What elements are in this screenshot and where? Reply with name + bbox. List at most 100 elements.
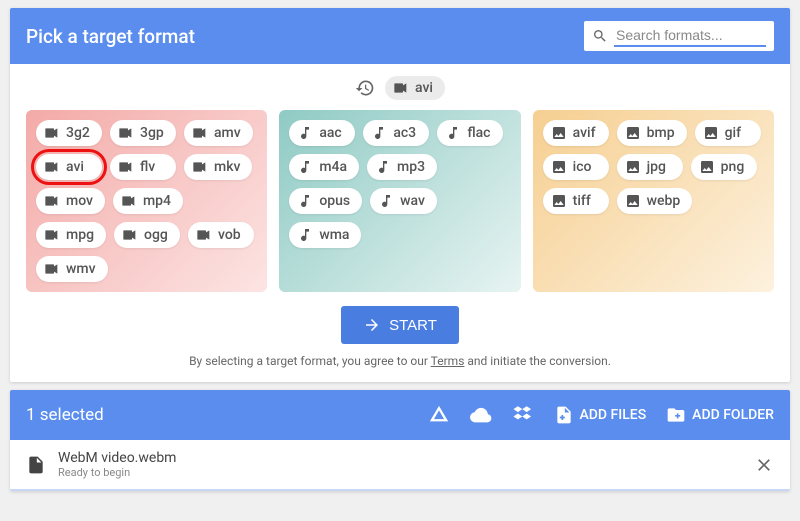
page-title: Pick a target format	[26, 25, 195, 48]
format-chip-label: m4a	[319, 159, 347, 175]
format-chip-m4a[interactable]: m4a	[289, 154, 359, 180]
format-chip-label: 3gp	[140, 125, 164, 141]
dropbox-icon[interactable]	[512, 404, 534, 426]
format-chip-label: wav	[400, 193, 425, 209]
format-chip-label: ogg	[144, 227, 168, 243]
format-chip-webp[interactable]: webp	[617, 188, 693, 214]
recent-row: avi	[26, 76, 774, 100]
format-chip-ogg[interactable]: ogg	[114, 222, 180, 248]
video-icon	[44, 125, 60, 141]
disclaimer-post: and initiate the conversion.	[464, 354, 611, 368]
format-chip-label: flv	[140, 159, 155, 175]
disclaimer-pre: By selecting a target format, you agree …	[189, 354, 431, 368]
format-chip-wmv[interactable]: wmv	[36, 256, 108, 282]
format-chip-label: wmv	[66, 261, 96, 277]
format-chip-avif[interactable]: avif	[543, 120, 609, 146]
search-input[interactable]	[614, 25, 766, 47]
format-chip-flv[interactable]: flv	[110, 154, 176, 180]
terms-link[interactable]: Terms	[431, 354, 465, 368]
format-chip-label: gif	[725, 125, 741, 141]
cloud-icon[interactable]	[470, 404, 492, 426]
image-icon	[625, 193, 641, 209]
gdrive-icon[interactable]	[428, 404, 450, 426]
image-icon	[625, 159, 641, 175]
video-formats-group: 3g2 3gp amv avi flv mkv mov mp4 mpg ogg vob wmv	[26, 110, 267, 292]
format-chip-label: mp4	[143, 193, 171, 209]
format-chip-flac[interactable]: flac	[437, 120, 503, 146]
format-chip-vob[interactable]: vob	[188, 222, 254, 248]
file-info: WebM video.webm Ready to begin	[58, 450, 176, 479]
audio-icon	[297, 159, 313, 175]
format-chip-tiff[interactable]: tiff	[543, 188, 609, 214]
add-files-button[interactable]: ADD FILES	[554, 405, 647, 425]
format-chip-ico[interactable]: ico	[543, 154, 609, 180]
file-icon	[26, 455, 46, 475]
start-row: START	[26, 306, 774, 344]
video-icon	[122, 227, 138, 243]
audio-icon	[297, 193, 313, 209]
format-chip-mp4[interactable]: mp4	[113, 188, 183, 214]
audio-icon	[297, 227, 313, 243]
start-button[interactable]: START	[341, 306, 459, 344]
arrow-right-icon	[363, 316, 381, 334]
format-chip-label: flac	[467, 125, 490, 141]
format-chip-mpg[interactable]: mpg	[36, 222, 106, 248]
add-files-label: ADD FILES	[580, 407, 647, 423]
format-chip-label: avi	[66, 159, 84, 175]
close-icon[interactable]	[754, 455, 774, 475]
panel-body: avi 3g2 3gp amv avi flv mkv mov mp4 mpg ogg vob wmv…	[10, 64, 790, 382]
format-chip-label: 3g2	[66, 125, 90, 141]
file-status: Ready to begin	[58, 466, 176, 479]
format-chip-label: aac	[319, 125, 341, 141]
format-chip-label: mkv	[214, 159, 240, 175]
video-icon	[192, 159, 208, 175]
format-chip-jpg[interactable]: jpg	[617, 154, 683, 180]
format-chip-3gp[interactable]: 3gp	[110, 120, 176, 146]
image-icon	[551, 125, 567, 141]
recent-format-label: avi	[415, 80, 433, 96]
format-chip-wma[interactable]: wma	[289, 222, 361, 248]
format-chip-aac[interactable]: aac	[289, 120, 355, 146]
format-chip-label: mov	[66, 193, 93, 209]
format-chip-label: amv	[214, 125, 241, 141]
format-chip-ac3[interactable]: ac3	[363, 120, 429, 146]
audio-formats-group: aac ac3 flac m4a mp3 opus wav wma	[279, 110, 520, 292]
format-chip-label: avif	[573, 125, 596, 141]
format-chip-label: mpg	[66, 227, 94, 243]
selected-count: 1 selected	[26, 405, 104, 425]
format-chip-3g2[interactable]: 3g2	[36, 120, 102, 146]
video-icon	[44, 227, 60, 243]
format-chip-label: mp3	[397, 159, 425, 175]
format-chip-bmp[interactable]: bmp	[617, 120, 687, 146]
image-formats-group: avif bmp gif icojpgpng tiff webp	[533, 110, 774, 292]
add-folder-button[interactable]: ADD FOLDER	[666, 405, 774, 425]
video-icon	[121, 193, 137, 209]
recent-format-chip[interactable]: avi	[385, 76, 445, 100]
add-folder-label: ADD FOLDER	[692, 407, 774, 423]
format-chip-wav[interactable]: wav	[370, 188, 437, 214]
format-chip-label: wma	[319, 227, 349, 243]
history-icon	[355, 78, 375, 98]
format-chip-mp3[interactable]: mp3	[367, 154, 437, 180]
file-row: WebM video.webm Ready to begin	[10, 440, 790, 491]
image-icon	[551, 159, 567, 175]
image-icon	[551, 193, 567, 209]
format-chip-amv[interactable]: amv	[184, 120, 253, 146]
format-picker-panel: Pick a target format avi 3g2 3gp amv avi flv…	[10, 8, 790, 382]
video-icon	[118, 125, 134, 141]
audio-icon	[445, 125, 461, 141]
search-container[interactable]	[584, 21, 774, 51]
video-icon	[192, 125, 208, 141]
search-icon	[592, 28, 608, 44]
image-icon	[703, 125, 719, 141]
file-queue-panel: 1 selected ADD FILES ADD FOLDER WebM vid…	[10, 390, 790, 491]
format-chip-opus[interactable]: opus	[289, 188, 362, 214]
format-chip-mkv[interactable]: mkv	[184, 154, 252, 180]
format-chip-label: tiff	[573, 193, 591, 209]
video-icon	[393, 80, 409, 96]
format-chip-gif[interactable]: gif	[695, 120, 761, 146]
format-chip-mov[interactable]: mov	[36, 188, 105, 214]
video-icon	[118, 159, 134, 175]
format-chip-png[interactable]: png	[691, 154, 757, 180]
format-chip-avi[interactable]: avi	[36, 154, 102, 180]
